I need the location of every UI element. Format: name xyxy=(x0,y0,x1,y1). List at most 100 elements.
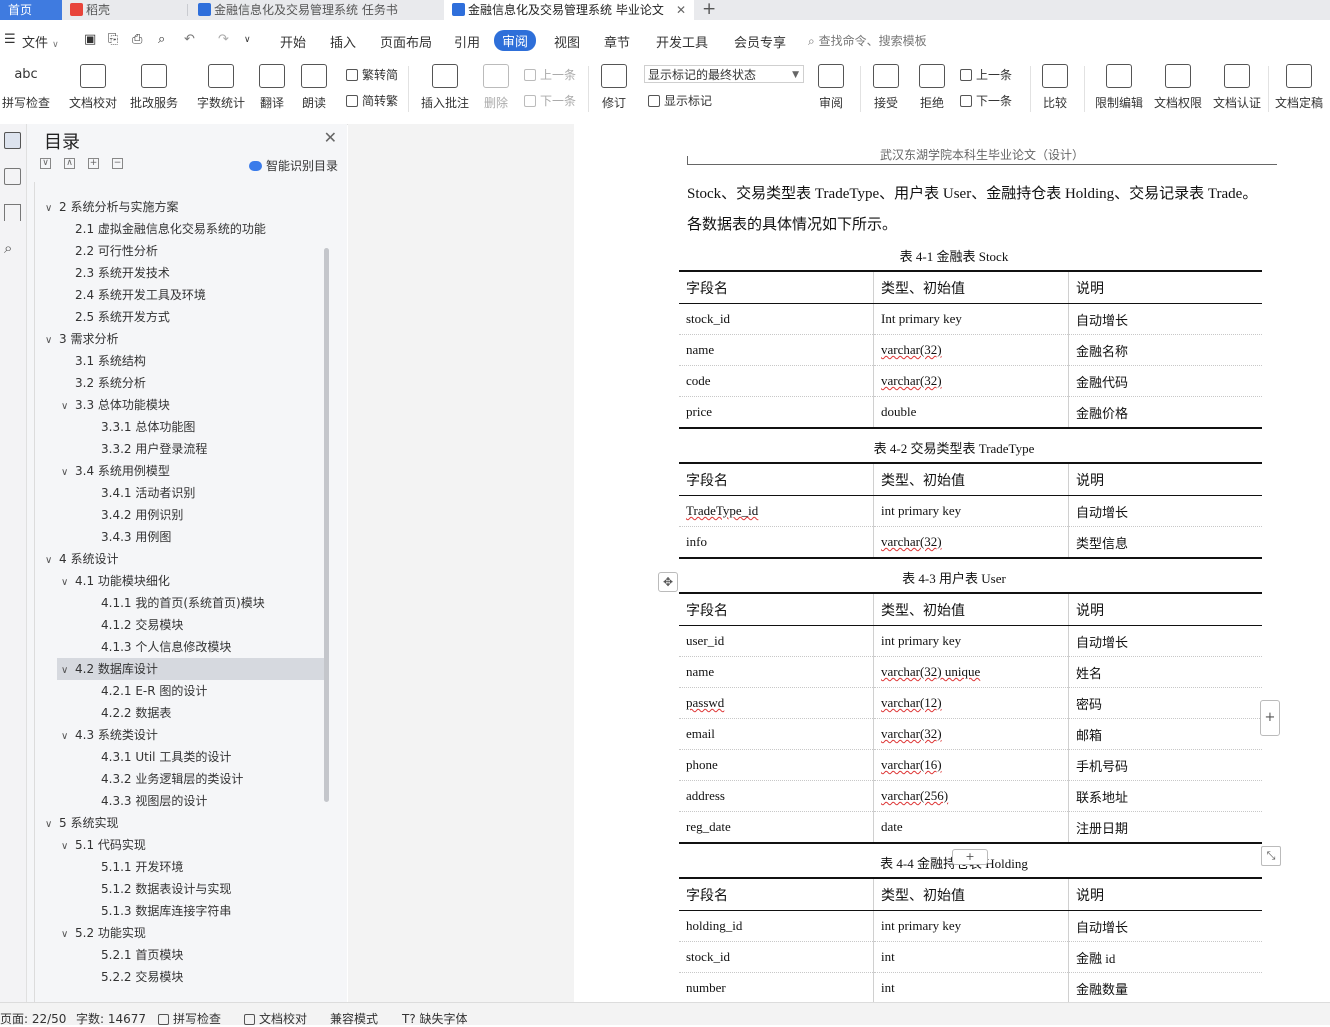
data-table[interactable]: 字段名 类型、初始值 说明 TradeType_id int primary key 自动… xyxy=(679,462,1262,559)
table-cell[interactable]: int primary key xyxy=(873,495,1069,527)
accept-button[interactable]: 接受 xyxy=(868,60,904,120)
hamburger-icon[interactable]: ☰ xyxy=(4,32,16,47)
table-caption[interactable]: 表 4-1 金融表 Stock xyxy=(574,246,1330,265)
table-cell[interactable]: 金融数量 xyxy=(1069,973,1263,1005)
data-table[interactable]: 字段名 类型、初始值 说明 user_id int primary key 自动增长 nam… xyxy=(679,592,1262,844)
toc-item[interactable]: 2.1 虚拟金融信息化交易系统的功能 xyxy=(75,218,266,240)
toc-item[interactable]: 3.3.1 总体功能图 xyxy=(101,416,195,438)
translate-button[interactable]: 翻译 xyxy=(254,60,290,120)
spellcheck-status[interactable]: 拼写检查 xyxy=(158,1010,221,1027)
body-paragraph-line[interactable]: Stock、交易类型表 TradeType、用户表 User、金融持仓表 Hol… xyxy=(687,182,1257,203)
export-icon[interactable]: ⎘ xyxy=(108,32,118,47)
toc-item[interactable]: 4.1.3 个人信息修改模块 xyxy=(101,636,231,658)
toc-item[interactable]: 4.2.1 E-R 图的设计 xyxy=(101,680,207,702)
table-cell[interactable]: info xyxy=(679,526,874,558)
data-table[interactable]: 字段名 类型、初始值 说明 stock_id Int primary key 自动增长 na… xyxy=(679,270,1262,429)
table-cell[interactable]: price xyxy=(679,396,874,428)
chevron-down-icon[interactable]: ∨ xyxy=(45,550,59,572)
table-cell[interactable]: TradeType_id xyxy=(679,495,874,527)
table-cell[interactable]: 联系地址 xyxy=(1068,780,1262,812)
to-traditional-button[interactable]: 繁转简 xyxy=(346,66,398,83)
table-header-cell[interactable]: 字段名 xyxy=(679,878,874,911)
chevron-down-icon[interactable]: ∨ xyxy=(45,814,59,836)
save-icon[interactable]: ▣ xyxy=(84,32,96,47)
table-move-handle-icon[interactable]: ✥ xyxy=(658,572,678,592)
table-header-cell[interactable]: 说明 xyxy=(1068,593,1262,626)
compare-button[interactable]: 比较 xyxy=(1036,60,1074,120)
menu-page-layout[interactable]: 页面布局 xyxy=(380,32,432,51)
toc-item[interactable]: 5.1.2 数据表设计与实现 xyxy=(101,878,231,900)
chevron-down-icon[interactable]: ∨ xyxy=(61,462,75,484)
table-header-cell[interactable]: 说明 xyxy=(1068,463,1262,496)
markup-state-select[interactable]: 显示标记的最终状态 ▼ xyxy=(644,65,804,83)
table-cell[interactable]: phone xyxy=(679,749,874,781)
menu-review[interactable]: 审阅 xyxy=(494,30,537,51)
tab-home[interactable]: 首页 xyxy=(0,0,62,20)
toc-item[interactable]: ∨ 2 系统分析与实施方案 xyxy=(45,196,178,218)
show-markup-button[interactable]: 显示标记 xyxy=(648,92,712,109)
table-cell[interactable]: date xyxy=(873,811,1069,843)
next-comment-button[interactable]: 下一条 xyxy=(524,92,576,109)
tab-task-doc[interactable]: 金融信息化及交易管理系统 任务书 xyxy=(190,0,440,20)
table-cell[interactable]: holding_id xyxy=(679,910,874,942)
prev-change-button[interactable]: 上一条 xyxy=(960,66,1012,83)
insert-comment-button[interactable]: 插入批注 xyxy=(418,60,472,120)
table-header-cell[interactable]: 字段名 xyxy=(679,463,874,496)
doc-finalize-button[interactable]: 文档定稿 xyxy=(1272,60,1326,120)
table-cell[interactable]: varchar(32) unique xyxy=(873,656,1069,688)
table-header-cell[interactable]: 字段名 xyxy=(679,271,874,304)
toc-item[interactable]: 3.4.3 用例图 xyxy=(101,526,171,548)
table-header-cell[interactable]: 类型、初始值 xyxy=(873,878,1069,911)
toc-item[interactable]: ∨ 5 系统实现 xyxy=(45,812,118,834)
to-simplified-button[interactable]: 简转繁 xyxy=(346,92,398,109)
remove-heading-icon[interactable]: − xyxy=(112,158,123,169)
table-caption[interactable]: 表 4-2 交易类型表 TradeType xyxy=(574,438,1330,457)
toc-item[interactable]: ∨ 3.3 总体功能模块 xyxy=(61,394,170,416)
table-cell[interactable]: number xyxy=(679,972,874,1004)
chevron-down-icon[interactable]: ∨ xyxy=(61,924,75,946)
table-cell[interactable]: varchar(256) xyxy=(873,780,1069,812)
table-resize-icon[interactable]: ⤡ xyxy=(1261,846,1281,866)
toc-item[interactable]: 5.2.2 交易模块 xyxy=(101,966,183,988)
menu-file[interactable]: 文件 ∨ xyxy=(22,32,59,51)
table-cell[interactable]: int primary key xyxy=(873,910,1069,942)
review-pane-button[interactable]: 审阅 xyxy=(812,60,850,120)
add-column-button[interactable]: + xyxy=(1260,700,1280,736)
toc-item[interactable]: 4.3.1 Util 工具类的设计 xyxy=(101,746,231,768)
prev-comment-button[interactable]: 上一条 xyxy=(524,66,576,83)
close-icon[interactable]: ✕ xyxy=(324,128,337,147)
chevron-down-icon[interactable]: ∨ xyxy=(61,660,75,682)
table-header-cell[interactable]: 说明 xyxy=(1068,271,1262,304)
delete-comment-button[interactable]: 删除 xyxy=(478,60,514,120)
table-cell[interactable]: 自动增长 xyxy=(1068,625,1262,657)
table-cell[interactable]: varchar(32) xyxy=(873,526,1069,558)
table-cell[interactable]: varchar(32) xyxy=(873,365,1069,397)
table-cell[interactable]: email xyxy=(679,718,874,750)
table-cell[interactable]: int xyxy=(873,972,1069,1004)
chevron-down-icon[interactable]: ∨ xyxy=(61,726,75,748)
table-header-cell[interactable]: 类型、初始值 xyxy=(873,463,1069,496)
data-table[interactable]: 字段名 类型、初始值 说明 holding_id int primary key 自动增长… xyxy=(679,877,1262,1005)
table-cell[interactable]: 金融代码 xyxy=(1068,365,1262,397)
close-tab-icon[interactable]: ✕ xyxy=(676,0,686,20)
table-cell[interactable]: 手机号码 xyxy=(1068,749,1262,781)
toc-item[interactable]: ∨ 5.1 代码实现 xyxy=(61,834,146,856)
expand-all-icon[interactable]: ∧ xyxy=(64,158,75,169)
print-preview-icon[interactable]: ⌕ xyxy=(158,32,165,47)
menu-insert[interactable]: 插入 xyxy=(330,32,356,51)
menu-home[interactable]: 开始 xyxy=(280,32,306,51)
table-cell[interactable]: varchar(32) xyxy=(873,334,1069,366)
toc-item[interactable]: 2.3 系统开发技术 xyxy=(75,262,170,284)
table-header-cell[interactable]: 类型、初始值 xyxy=(873,593,1069,626)
chevron-down-icon[interactable]: ∨ xyxy=(45,198,59,220)
add-heading-icon[interactable]: + xyxy=(88,158,99,169)
batch-service-button[interactable]: 批改服务 xyxy=(126,60,182,120)
compat-mode-indicator[interactable]: 兼容模式 xyxy=(330,1010,378,1027)
doc-proof-button[interactable]: 文档校对 xyxy=(66,60,120,120)
undo-icon[interactable]: ↶ xyxy=(184,32,195,47)
table-cell[interactable]: code xyxy=(679,365,874,397)
body-paragraph-line[interactable]: 各数据表的具体情况如下所示。 xyxy=(687,213,897,234)
toc-item[interactable]: 3.2 系统分析 xyxy=(75,372,146,394)
toc-scrollbar[interactable] xyxy=(324,248,329,802)
toc-item[interactable]: 4.1.2 交易模块 xyxy=(101,614,183,636)
